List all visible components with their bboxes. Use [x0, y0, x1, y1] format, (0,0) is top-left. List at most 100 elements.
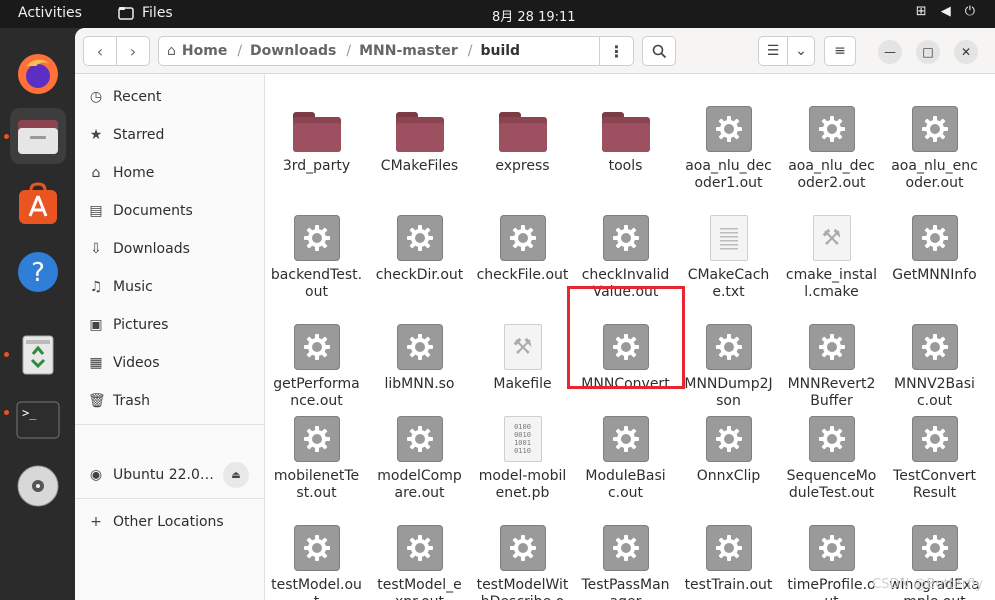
sidebar-item-other-locations[interactable]: + Other Locations: [88, 507, 224, 537]
dock-help[interactable]: ?: [10, 244, 66, 300]
file-item[interactable]: CMakeFiles: [368, 108, 471, 175]
sidebar-item-documents[interactable]: ▤ Documents: [88, 196, 193, 226]
file-item[interactable]: ModuleBasic.out: [574, 416, 677, 502]
hamburger-icon: ≡: [834, 43, 846, 59]
path-segment[interactable]: Home: [176, 43, 227, 59]
file-label: OnnxClip: [696, 468, 761, 484]
file-label: libMNN.so: [384, 376, 455, 392]
file-item[interactable]: tools: [574, 108, 677, 175]
maximize-button[interactable]: □: [916, 40, 940, 64]
file-label: aoa_nlu_decoder2.out: [788, 158, 875, 191]
path-bar[interactable]: ⌂ Home / Downloads / MNN-master / build …: [158, 36, 634, 66]
file-label: aoa_nlu_decoder1.out: [685, 158, 772, 191]
file-item[interactable]: SequenceModuleTest.out: [780, 416, 883, 502]
video-icon: ▦: [89, 355, 103, 371]
dock-terminal[interactable]: >_: [10, 392, 66, 448]
chevron-down-icon: ⌄: [795, 43, 807, 59]
music-icon: ♫: [89, 279, 103, 295]
sidebar-item-trash[interactable]: 🗑 Trash: [88, 386, 150, 416]
file-item[interactable]: getPerformance.out: [265, 324, 368, 410]
file-item[interactable]: backendTest.out: [265, 215, 368, 301]
sidebar-item-label: Pictures: [113, 317, 169, 333]
terminal-icon: >_: [16, 401, 60, 439]
file-item[interactable]: aoa_nlu_decoder1.out: [677, 106, 780, 192]
file-item[interactable]: aoa_nlu_decoder2.out: [780, 106, 883, 192]
path-segment-current[interactable]: build: [472, 43, 520, 59]
path-segment[interactable]: MNN-master: [351, 43, 458, 59]
sidebar-item-starred[interactable]: ★ Starred: [88, 120, 165, 150]
executable-gear-icon: [911, 525, 958, 571]
search-icon: [652, 44, 666, 58]
forward-button[interactable]: ›: [116, 36, 150, 66]
path-segment[interactable]: Downloads: [242, 43, 336, 59]
file-item[interactable]: modelCompare.out: [368, 416, 471, 502]
file-item[interactable]: libMNN.so: [368, 324, 471, 393]
sidebar-item-label: Videos: [113, 355, 160, 371]
file-label: GetMNNInfo: [892, 267, 977, 283]
file-item[interactable]: testModel_expr.out: [368, 525, 471, 600]
sidebar-item-pictures[interactable]: ▣ Pictures: [88, 310, 168, 340]
system-tray[interactable]: ⊞ ◀ ⏻: [916, 4, 975, 19]
sidebar-item-home[interactable]: ⌂ Home: [88, 158, 155, 188]
path-menu-button[interactable]: ⋮: [599, 37, 633, 65]
file-item[interactable]: checkDir.out: [368, 215, 471, 284]
volume-icon[interactable]: ◀: [941, 4, 951, 19]
file-item[interactable]: testTrain.out: [677, 525, 780, 594]
file-item[interactable]: aoa_nlu_encoder.out: [883, 106, 986, 192]
dock-files[interactable]: [10, 108, 66, 164]
executable-gear-icon: [293, 525, 340, 571]
back-button[interactable]: ‹: [83, 36, 117, 66]
file-item[interactable]: checkFile.out: [471, 215, 574, 284]
main-menu-button[interactable]: ≡: [824, 36, 856, 66]
file-item[interactable]: ⚒ cmake_install.cmake: [780, 215, 883, 301]
sidebar-item-label: Documents: [113, 203, 193, 219]
eject-button[interactable]: ⏏: [223, 462, 249, 488]
network-icon[interactable]: ⊞: [916, 4, 927, 19]
file-item[interactable]: testModelWithDescribe.out: [471, 525, 574, 600]
view-options-button[interactable]: ⌄: [787, 36, 815, 66]
executable-gear-icon: [911, 215, 958, 261]
svg-text:>_: >_: [22, 406, 37, 420]
dock-trash[interactable]: [10, 326, 66, 382]
app-menu[interactable]: Files: [118, 5, 173, 21]
file-item[interactable]: timeProfile.out: [780, 525, 883, 600]
file-item[interactable]: OnnxClip: [677, 416, 780, 485]
executable-gear-icon: [499, 525, 546, 571]
file-item[interactable]: TestPassManager: [574, 525, 677, 600]
sidebar-item-downloads[interactable]: ⇩ Downloads: [88, 234, 190, 264]
file-item[interactable]: 3rd_party: [265, 108, 368, 175]
dock-software[interactable]: [10, 176, 66, 232]
script-file-icon: ⚒: [503, 324, 542, 370]
clock[interactable]: 8月 28 19:11: [492, 6, 576, 25]
sidebar-item-videos[interactable]: ▦ Videos: [88, 348, 160, 378]
dock-disc[interactable]: [10, 458, 66, 514]
file-label: 3rd_party: [282, 158, 351, 174]
executable-gear-icon: [602, 416, 649, 462]
minimize-button[interactable]: —: [878, 40, 902, 64]
search-button[interactable]: [642, 36, 676, 66]
file-item[interactable]: CMakeCache.txt: [677, 215, 780, 301]
file-label: testModel_expr.out: [377, 577, 462, 600]
file-item[interactable]: express: [471, 108, 574, 175]
activities-button[interactable]: Activities: [18, 5, 82, 21]
folder-icon: [601, 112, 650, 152]
sidebar-item-device[interactable]: ◉ Ubuntu 22.0…: [88, 460, 214, 490]
file-item[interactable]: ⚒ Makefile: [471, 324, 574, 393]
power-icon[interactable]: ⏻: [965, 4, 975, 19]
file-item[interactable]: MNNDump2Json: [677, 324, 780, 410]
file-item[interactable]: mobilenetTest.out: [265, 416, 368, 502]
file-item[interactable]: MNNRevert2Buffer: [780, 324, 883, 410]
sidebar-item-music[interactable]: ♫ Music: [88, 272, 153, 302]
file-item[interactable]: testModel.out: [265, 525, 368, 600]
files-icon: [18, 120, 58, 154]
file-item[interactable]: GetMNNInfo: [883, 215, 986, 284]
file-item[interactable]: TestConvertResult: [883, 416, 986, 502]
file-label: mobilenetTest.out: [273, 468, 360, 501]
close-button[interactable]: ✕: [954, 40, 978, 64]
file-item[interactable]: MNNV2Basic.out: [883, 324, 986, 410]
file-item[interactable]: 0100 0010 1001 0110 model-mobilenet.pb: [471, 416, 574, 502]
file-label: MNNDump2Json: [684, 376, 773, 409]
view-list-button[interactable]: ☰: [758, 36, 788, 66]
dock-firefox[interactable]: [10, 46, 66, 102]
sidebar-item-recent[interactable]: ◷ Recent: [88, 82, 162, 112]
